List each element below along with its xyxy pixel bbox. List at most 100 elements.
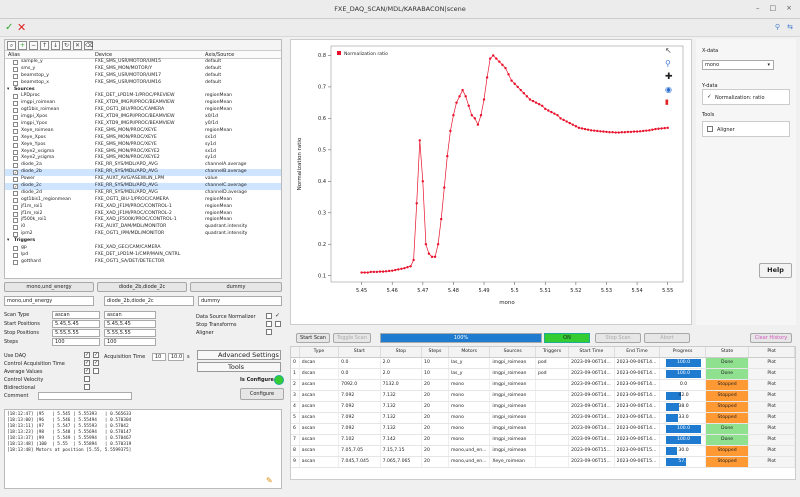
history-plot-button[interactable]: Plot [748, 434, 795, 446]
history-plot-button[interactable]: Plot [748, 456, 795, 468]
history-header[interactable]: Triggers [535, 347, 570, 358]
delete-icon[interactable]: ⌫ [84, 41, 93, 50]
expand-icon[interactable]: ▾ [7, 87, 9, 94]
row-checkbox[interactable] [13, 73, 18, 79]
scan-type-input[interactable]: ascan [104, 311, 156, 319]
history-plot-button[interactable]: Plot [748, 423, 795, 435]
row-checkbox[interactable] [13, 115, 18, 121]
history-header[interactable]: Type [299, 347, 340, 358]
row-checkbox[interactable] [13, 225, 18, 231]
toggle-scan-button[interactable]: Toggle Scan [333, 333, 371, 343]
history-row[interactable]: 8 ascan 7.05,7.05 7.15,7.15 20 mono,und_en...… [291, 445, 795, 457]
maximize-icon[interactable]: □ [770, 4, 777, 12]
tree-row[interactable]: Xeye_Ypos FXE_SMS_MON/PROC/XEYE sy1d [5, 142, 281, 149]
history-row[interactable]: 2 ascan 7092.0 7132.0 20 mono imgpi_roimean 202… [291, 379, 795, 391]
tree-row[interactable]: sample_y FXE_SMS_USR/MOTOR/UM15 default [5, 59, 281, 66]
acq-time-input[interactable]: 10.0 [168, 353, 184, 361]
stop-transforms-checkbox[interactable] [266, 321, 272, 327]
history-row[interactable]: 1 dscan 0.0 2.0 10 las_y imgpi_roimean pod 2023-… [291, 368, 795, 380]
tree-row[interactable]: gotthard FXE_OGT1_SA/DET/DETECTOR [5, 259, 281, 266]
broom-icon[interactable]: ✎ [266, 476, 273, 485]
network-icon[interactable]: ⇆ [787, 23, 793, 31]
history-header[interactable] [291, 347, 300, 358]
clear-history-button[interactable]: Clear History [750, 333, 792, 343]
row-checkbox[interactable] [13, 232, 18, 238]
aligner-checkbox[interactable] [266, 329, 272, 335]
history-plot-button[interactable]: Plot [748, 379, 795, 391]
history-header[interactable]: Plot [748, 347, 795, 358]
tree-row[interactable]: Xeye_Xpos FXE_SMS_MON/PROC/XEYE sx1d [5, 135, 281, 142]
triggers-field[interactable]: dummy [198, 296, 282, 306]
stop-positions-input[interactable]: 5.55,5.55 [104, 329, 156, 337]
history-header[interactable]: Start Time [568, 347, 615, 358]
average-checkbox[interactable]: ✓ [84, 368, 90, 374]
row-checkbox[interactable] [13, 163, 18, 169]
row-checkbox[interactable] [13, 135, 18, 141]
tree-row[interactable]: sms_y FXE_SMS_MON/MOTOR/Y default [5, 66, 281, 73]
row-checkbox[interactable]: ✓ [13, 170, 18, 176]
history-header[interactable]: Progress [659, 347, 706, 358]
row-checkbox[interactable] [13, 128, 18, 134]
configure-button[interactable]: Configure [240, 388, 284, 400]
advanced-settings-button[interactable]: Advanced Settings [197, 350, 281, 360]
row-checkbox[interactable] [13, 246, 18, 252]
tree-row[interactable]: gp FXE_XAD_GEC/CAM/CAMERA [5, 245, 281, 252]
tree-row[interactable]: imgpi_Xpos FXE_XTD9_IMGPI/PROC/BEAMVIEW x0… [5, 114, 281, 121]
aligner-tool-checkbox[interactable] [707, 126, 713, 132]
history-row[interactable]: 3 ascan 7.092 7.132 20 mono imgpi_roimean 2023-… [291, 390, 795, 402]
history-row[interactable]: 0 dscan 0.0 2.0 10 las_y imgpi_roimean pod 2023-… [291, 357, 795, 369]
sources-selector-button[interactable]: diode_2b,diode_2c [97, 282, 187, 292]
history-row[interactable]: 5 ascan 7.092 7.132 20 mono imgpi_roimean 2023-… [291, 412, 795, 424]
row-checkbox[interactable] [13, 156, 18, 162]
velocity-checkbox[interactable] [84, 376, 90, 382]
comment-input[interactable] [38, 392, 132, 400]
bidir-checkbox[interactable] [84, 384, 90, 390]
average-checkbox-2[interactable] [93, 368, 99, 374]
row-checkbox[interactable] [13, 101, 18, 107]
abort-button[interactable]: Abort [644, 333, 690, 343]
tree-row[interactable]: ipm2 FXE_OGT1_IPM/MDL/MONITOR quadrant.int… [5, 231, 281, 238]
sources-field[interactable]: diode_2b,diode_2c [104, 296, 194, 306]
ydata-item[interactable]: Normalization: ratio [715, 95, 765, 101]
row-checkbox[interactable] [13, 197, 18, 203]
start-positions-input[interactable]: 5.45,5.45 [104, 320, 156, 328]
history-row[interactable]: 9 ascan 7.045,7.045 7.065,7.065 20 mono,und_e… [291, 456, 795, 468]
col-axis[interactable]: Axis/Source [205, 52, 234, 58]
apply-icon[interactable]: ✓ [5, 22, 13, 33]
tree-row[interactable]: jf1m_roi1 FXE_XAD_JF1M/PROC/CONTROL-1 regi… [5, 204, 281, 211]
history-header[interactable]: Motors [448, 347, 491, 358]
row-checkbox[interactable] [13, 142, 18, 148]
history-header[interactable]: Stop [380, 347, 423, 358]
expand-icon[interactable]: ▾ [7, 238, 9, 245]
tree-row[interactable]: diode_2d FXE_RR_SYS/MDL/APD_AVG channelD.a… [5, 190, 281, 197]
history-plot-button[interactable]: Plot [748, 401, 795, 413]
row-checkbox[interactable] [13, 218, 18, 224]
history-header[interactable]: Start [338, 347, 381, 358]
control-acq-checkbox[interactable]: ✓ [84, 360, 90, 366]
scan-type-select[interactable]: ascan [52, 311, 100, 319]
history-header[interactable]: Steps [421, 347, 449, 358]
control-acq-checkbox-2[interactable]: ✓ [93, 360, 99, 366]
tree-group[interactable]: ▾ Triggers [5, 238, 281, 245]
xdata-select[interactable]: mono ▾ [702, 60, 774, 70]
row-checkbox[interactable] [13, 94, 18, 100]
history-plot-button[interactable]: Plot [748, 445, 795, 457]
zoom-icon[interactable]: ⚲ [665, 59, 679, 72]
history-row[interactable]: 4 ascan 7.092 7.132 20 mono imgpi_roimean 2023-… [291, 401, 795, 413]
discard-icon[interactable]: ✕ [17, 21, 26, 34]
row-checkbox[interactable] [13, 149, 18, 155]
triggers-selector-button[interactable]: dummy [190, 282, 282, 292]
row-checkbox[interactable] [13, 80, 18, 86]
row-checkbox[interactable] [13, 108, 18, 114]
export-icon[interactable]: ▮ [665, 98, 679, 111]
close-icon[interactable]: × [786, 4, 792, 12]
history-header[interactable]: End Time [614, 347, 661, 358]
history-plot-button[interactable]: Plot [748, 368, 795, 380]
minimize-icon[interactable]: – [756, 4, 760, 12]
col-device[interactable]: Device [95, 52, 112, 58]
tree-row[interactable]: beamstop_x FXE_SMS_USR/MOTOR/UM16 default [5, 80, 281, 87]
up-icon[interactable]: ↑ [40, 41, 49, 50]
pan-icon[interactable]: ✚ [665, 72, 679, 85]
row-checkbox[interactable] [13, 122, 18, 128]
history-row[interactable]: 6 ascan 7.092 7.132 20 mono imgpi_roimean 2023-… [291, 423, 795, 435]
